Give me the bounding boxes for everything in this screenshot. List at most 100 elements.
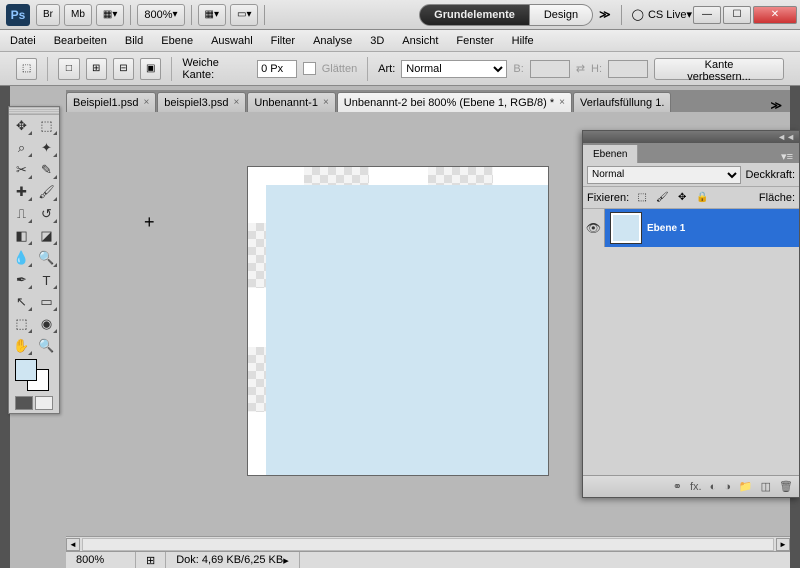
new-layer-icon[interactable]: ◫ (761, 480, 771, 493)
selection-intersect[interactable]: ▣ (140, 58, 161, 80)
selection-subtract[interactable]: ⊟ (113, 58, 134, 80)
pen-tool[interactable]: ✒ (9, 269, 34, 291)
scroll-track[interactable] (82, 538, 774, 551)
close-icon[interactable]: × (323, 97, 329, 108)
antialias-label: Glätten (322, 63, 357, 75)
window-close[interactable]: ✕ (753, 6, 797, 24)
menu-analyse[interactable]: Analyse (313, 35, 352, 47)
cslive-button[interactable]: ◯ CS Live ▾ (632, 8, 692, 21)
menu-ebene[interactable]: Ebene (161, 35, 193, 47)
status-doc-size[interactable]: Dok: 4,69 KB/6,25 KB ▸ (166, 552, 300, 568)
history-brush-tool[interactable]: ↺ (34, 203, 59, 225)
document-canvas[interactable] (248, 167, 548, 475)
type-tool[interactable]: T (34, 269, 59, 291)
style-label: Art: (378, 63, 395, 75)
window-minimize[interactable]: — (693, 6, 721, 24)
quickmask-on[interactable] (35, 396, 53, 410)
gradient-tool[interactable]: ◪ (34, 225, 59, 247)
color-swatches[interactable] (9, 357, 59, 393)
workspace-grundelemente[interactable]: Grundelemente (419, 4, 530, 26)
panel-tab-ebenen[interactable]: Ebenen (583, 145, 638, 163)
eyedropper-tool[interactable]: ✎ (34, 159, 59, 181)
menu-bild[interactable]: Bild (125, 35, 143, 47)
marquee-tool[interactable]: ⬚ (34, 115, 59, 137)
scroll-right[interactable]: ► (776, 538, 790, 551)
menu-fenster[interactable]: Fenster (456, 35, 493, 47)
tab-beispiel1[interactable]: Beispiel1.psd× (66, 92, 156, 112)
dodge-tool[interactable]: 🔍 (34, 247, 59, 269)
workspace-more[interactable]: ≫ (593, 8, 617, 21)
style-select[interactable]: Normal (401, 60, 507, 78)
tab-verlauf[interactable]: Verlaufsfüllung 1. (573, 92, 671, 112)
brush-tool[interactable]: 🖌 (34, 181, 59, 203)
delete-layer-icon[interactable]: 🗑 (779, 480, 793, 493)
stamp-tool[interactable]: ⎍ (9, 203, 34, 225)
panel-menu-icon[interactable]: ▾≡ (775, 150, 799, 163)
wand-tool[interactable]: ✦ (34, 137, 59, 159)
hand-tool[interactable]: ✋ (9, 335, 34, 357)
selection-new[interactable]: □ (58, 58, 79, 80)
workspace-design[interactable]: Design (530, 4, 593, 26)
marquee-tool-preset[interactable]: ⬚ (16, 58, 37, 80)
panel-titlebar[interactable]: ◄◄ (583, 131, 799, 143)
toolbox-grip[interactable] (9, 107, 59, 115)
arrange-docs-button[interactable]: ▦▾ (198, 4, 226, 26)
horizontal-scrollbar[interactable]: ◄ ► (66, 536, 790, 551)
close-icon[interactable]: × (559, 97, 565, 108)
bridge-button[interactable]: Br (36, 4, 60, 26)
close-icon[interactable]: × (234, 97, 240, 108)
close-icon[interactable]: × (143, 97, 149, 108)
3d-tool[interactable]: ⬚ (9, 313, 34, 335)
status-zoom[interactable]: 800% (66, 552, 136, 568)
mask-icon[interactable]: ◐ (710, 481, 717, 493)
visibility-icon[interactable]: 👁 (583, 209, 605, 247)
menu-hilfe[interactable]: Hilfe (512, 35, 534, 47)
lock-position-icon[interactable]: ✥ (675, 191, 689, 205)
selection-add[interactable]: ⊞ (86, 58, 107, 80)
link-layers-icon[interactable]: ⚭ (673, 480, 682, 493)
view-extras-button[interactable]: ▦▾ (96, 4, 124, 26)
3d-camera-tool[interactable]: ◉ (34, 313, 59, 335)
menu-3d[interactable]: 3D (370, 35, 384, 47)
tab-unbenannt2[interactable]: Unbenannt-2 bei 800% (Ebene 1, RGB/8) *× (337, 92, 572, 112)
tab-unbenannt1[interactable]: Unbenannt-1× (247, 92, 335, 112)
group-icon[interactable]: 📁 (739, 480, 753, 493)
refine-edge-button[interactable]: Kante verbessern... (654, 58, 784, 80)
path-tool[interactable]: ↖ (9, 291, 34, 313)
menu-ansicht[interactable]: Ansicht (402, 35, 438, 47)
fx-icon[interactable]: fx. (690, 481, 702, 493)
screen-mode-button[interactable]: ▭▾ (230, 4, 258, 26)
tabs-overflow[interactable]: ≫ (762, 99, 790, 112)
window-maximize[interactable]: ☐ (723, 6, 751, 24)
panel-collapse-icon[interactable]: ◄◄ (777, 132, 795, 142)
foreground-color[interactable] (15, 359, 37, 381)
minibridge-button[interactable]: Mb (64, 4, 92, 26)
blur-tool[interactable]: 💧 (9, 247, 34, 269)
shape-tool[interactable]: ▭ (34, 291, 59, 313)
layer-thumbnail[interactable] (611, 213, 641, 243)
layer-name[interactable]: Ebene 1 (647, 223, 685, 234)
lock-transparency-icon[interactable]: ⬚ (635, 191, 649, 205)
zoom-level-dropdown[interactable]: 800% ▾ (137, 4, 184, 26)
status-icon[interactable]: ⊞ (136, 552, 166, 568)
menu-auswahl[interactable]: Auswahl (211, 35, 253, 47)
adjustment-icon[interactable]: ◑ (724, 481, 731, 493)
scroll-left[interactable]: ◄ (66, 538, 80, 551)
healing-tool[interactable]: ✚ (9, 181, 34, 203)
feather-input[interactable] (257, 60, 297, 78)
layer-row[interactable]: 👁 Ebene 1 (583, 209, 799, 247)
lock-pixels-icon[interactable]: 🖌 (655, 191, 669, 205)
lasso-tool[interactable]: ⌕ (9, 137, 34, 159)
eraser-tool[interactable]: ◧ (9, 225, 34, 247)
quickmask-off[interactable] (15, 396, 33, 410)
height-input (608, 60, 648, 78)
menu-bearbeiten[interactable]: Bearbeiten (54, 35, 107, 47)
move-tool[interactable]: ✥ (9, 115, 34, 137)
blend-mode-select[interactable]: Normal (587, 166, 741, 184)
lock-all-icon[interactable]: 🔒 (695, 191, 709, 205)
crop-tool[interactable]: ✂ (9, 159, 34, 181)
zoom-tool[interactable]: 🔍 (34, 335, 59, 357)
menu-filter[interactable]: Filter (271, 35, 295, 47)
menu-datei[interactable]: Datei (10, 35, 36, 47)
tab-beispiel3[interactable]: beispiel3.psd× (157, 92, 246, 112)
